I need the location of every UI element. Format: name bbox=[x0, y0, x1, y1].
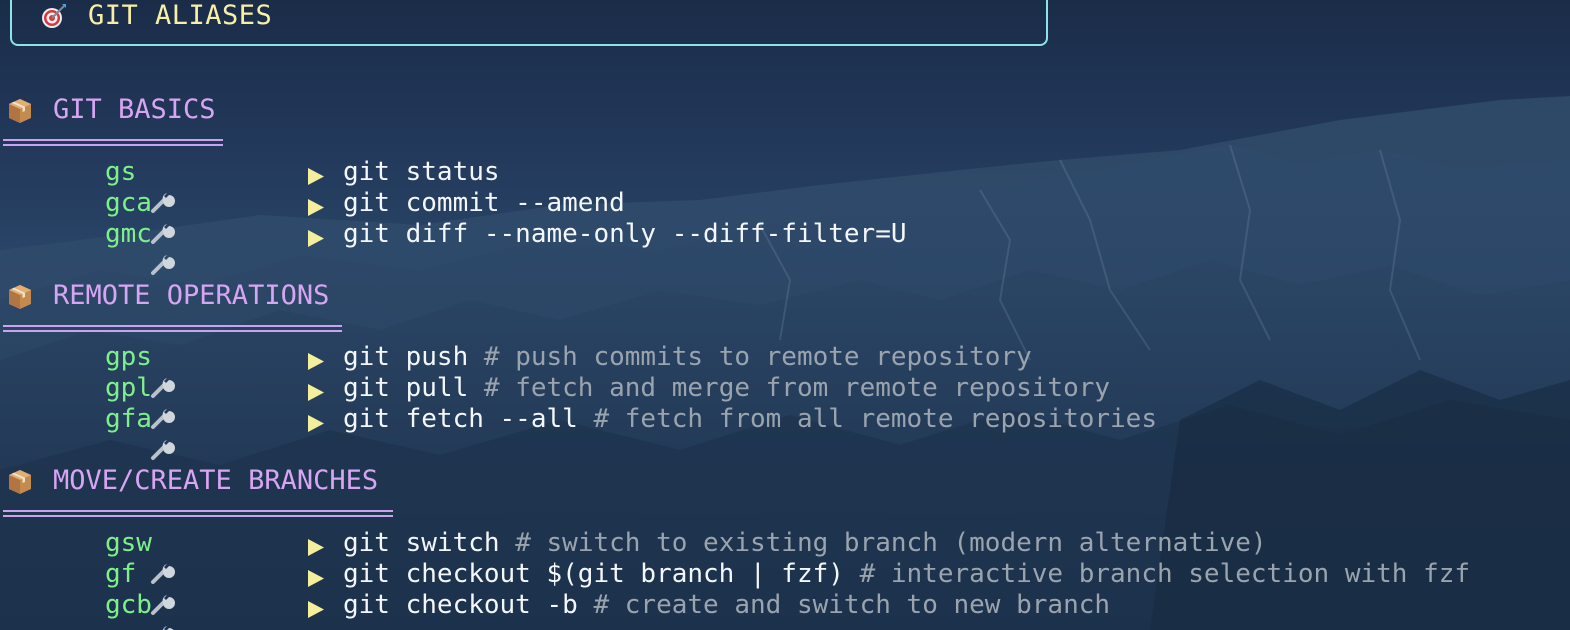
alias-name: gmc bbox=[105, 219, 152, 249]
play-arrow-icon bbox=[307, 379, 325, 401]
play-arrow-icon bbox=[307, 225, 325, 247]
section-title: MOVE/CREATE BRANCHES bbox=[53, 465, 379, 496]
alias-command: git checkout $(git branch | fzf) # inter… bbox=[343, 559, 1471, 589]
alias-comment: # fetch and merge from remote repository bbox=[483, 373, 1111, 403]
play-arrow-icon bbox=[307, 565, 325, 587]
alias-command: git fetch --all # fetch from all remote … bbox=[343, 404, 1157, 434]
alias-name: gps bbox=[105, 342, 152, 372]
alias-name: gf bbox=[105, 559, 137, 589]
play-arrow-icon bbox=[307, 410, 325, 432]
wrench-icon bbox=[56, 592, 174, 630]
wrench-icon bbox=[56, 344, 175, 398]
alias-name: gsw bbox=[105, 528, 152, 558]
wrench-icon bbox=[56, 375, 175, 429]
alias-row: gfa git fetch --all # fetch from all rem… bbox=[0, 404, 1157, 460]
alias-command: git switch # switch to existing branch (… bbox=[343, 528, 1267, 558]
section-title: REMOTE OPERATIONS bbox=[53, 280, 330, 311]
alias-command: git status bbox=[343, 157, 500, 187]
alias-comment: # interactive branch selection with fzf bbox=[859, 559, 1471, 589]
target-icon bbox=[40, 2, 68, 30]
alias-row: gpl git pull # fetch and merge from remo… bbox=[0, 373, 1110, 429]
alias-row: gf git checkout $(git branch | fzf) # in… bbox=[0, 559, 1470, 615]
play-arrow-icon bbox=[307, 194, 325, 216]
alias-comment: # create and switch to new branch bbox=[593, 590, 1111, 620]
alias-command: git checkout -b # create and switch to n… bbox=[343, 590, 1111, 620]
package-icon bbox=[5, 281, 35, 311]
wrench-icon bbox=[56, 406, 175, 460]
wrench-icon bbox=[56, 530, 175, 584]
alias-command: git diff --name-only --diff-filter=U bbox=[343, 219, 907, 249]
alias-comment: # switch to existing branch (modern alte… bbox=[515, 528, 1267, 558]
alias-command: git pull # fetch and merge from remote r… bbox=[343, 373, 1111, 403]
section-underline bbox=[3, 510, 393, 517]
alias-command: git commit --amend bbox=[343, 188, 625, 218]
alias-name: gfa bbox=[105, 404, 152, 434]
alias-row: gmc git diff --name-only --diff-filter=U bbox=[0, 219, 907, 275]
alias-row: gcb git checkout -b # create and switch … bbox=[0, 590, 1110, 630]
alias-name: gcb bbox=[105, 590, 152, 620]
page-title: GIT ALIASES bbox=[88, 0, 273, 31]
header-box: GIT ALIASES bbox=[10, 0, 1048, 46]
play-arrow-icon bbox=[307, 163, 325, 185]
wrench-icon bbox=[56, 561, 175, 615]
section-underline bbox=[3, 325, 342, 332]
alias-row: gps git push # push commits to remote re… bbox=[0, 342, 1032, 398]
play-arrow-icon bbox=[307, 534, 325, 556]
wrench-icon bbox=[56, 159, 175, 213]
alias-comment: # push commits to remote repository bbox=[483, 342, 1032, 372]
alias-name: gs bbox=[105, 157, 137, 187]
play-arrow-icon bbox=[307, 596, 325, 618]
alias-row: gsw git switch # switch to existing bran… bbox=[0, 528, 1267, 584]
alias-name: gca bbox=[105, 188, 152, 218]
alias-row: gca git commit --amend bbox=[0, 188, 625, 244]
package-icon bbox=[5, 466, 35, 496]
play-arrow-icon bbox=[307, 348, 325, 370]
alias-command: git push # push commits to remote reposi… bbox=[343, 342, 1032, 372]
wrench-icon bbox=[56, 221, 175, 275]
alias-name: gpl bbox=[105, 373, 152, 403]
alias-row: gs git status bbox=[0, 157, 500, 213]
section-title: GIT BASICS bbox=[53, 94, 216, 125]
package-icon bbox=[5, 95, 35, 125]
section-underline bbox=[3, 139, 223, 146]
wrench-icon bbox=[56, 190, 175, 244]
alias-comment: # fetch from all remote repositories bbox=[593, 404, 1157, 434]
